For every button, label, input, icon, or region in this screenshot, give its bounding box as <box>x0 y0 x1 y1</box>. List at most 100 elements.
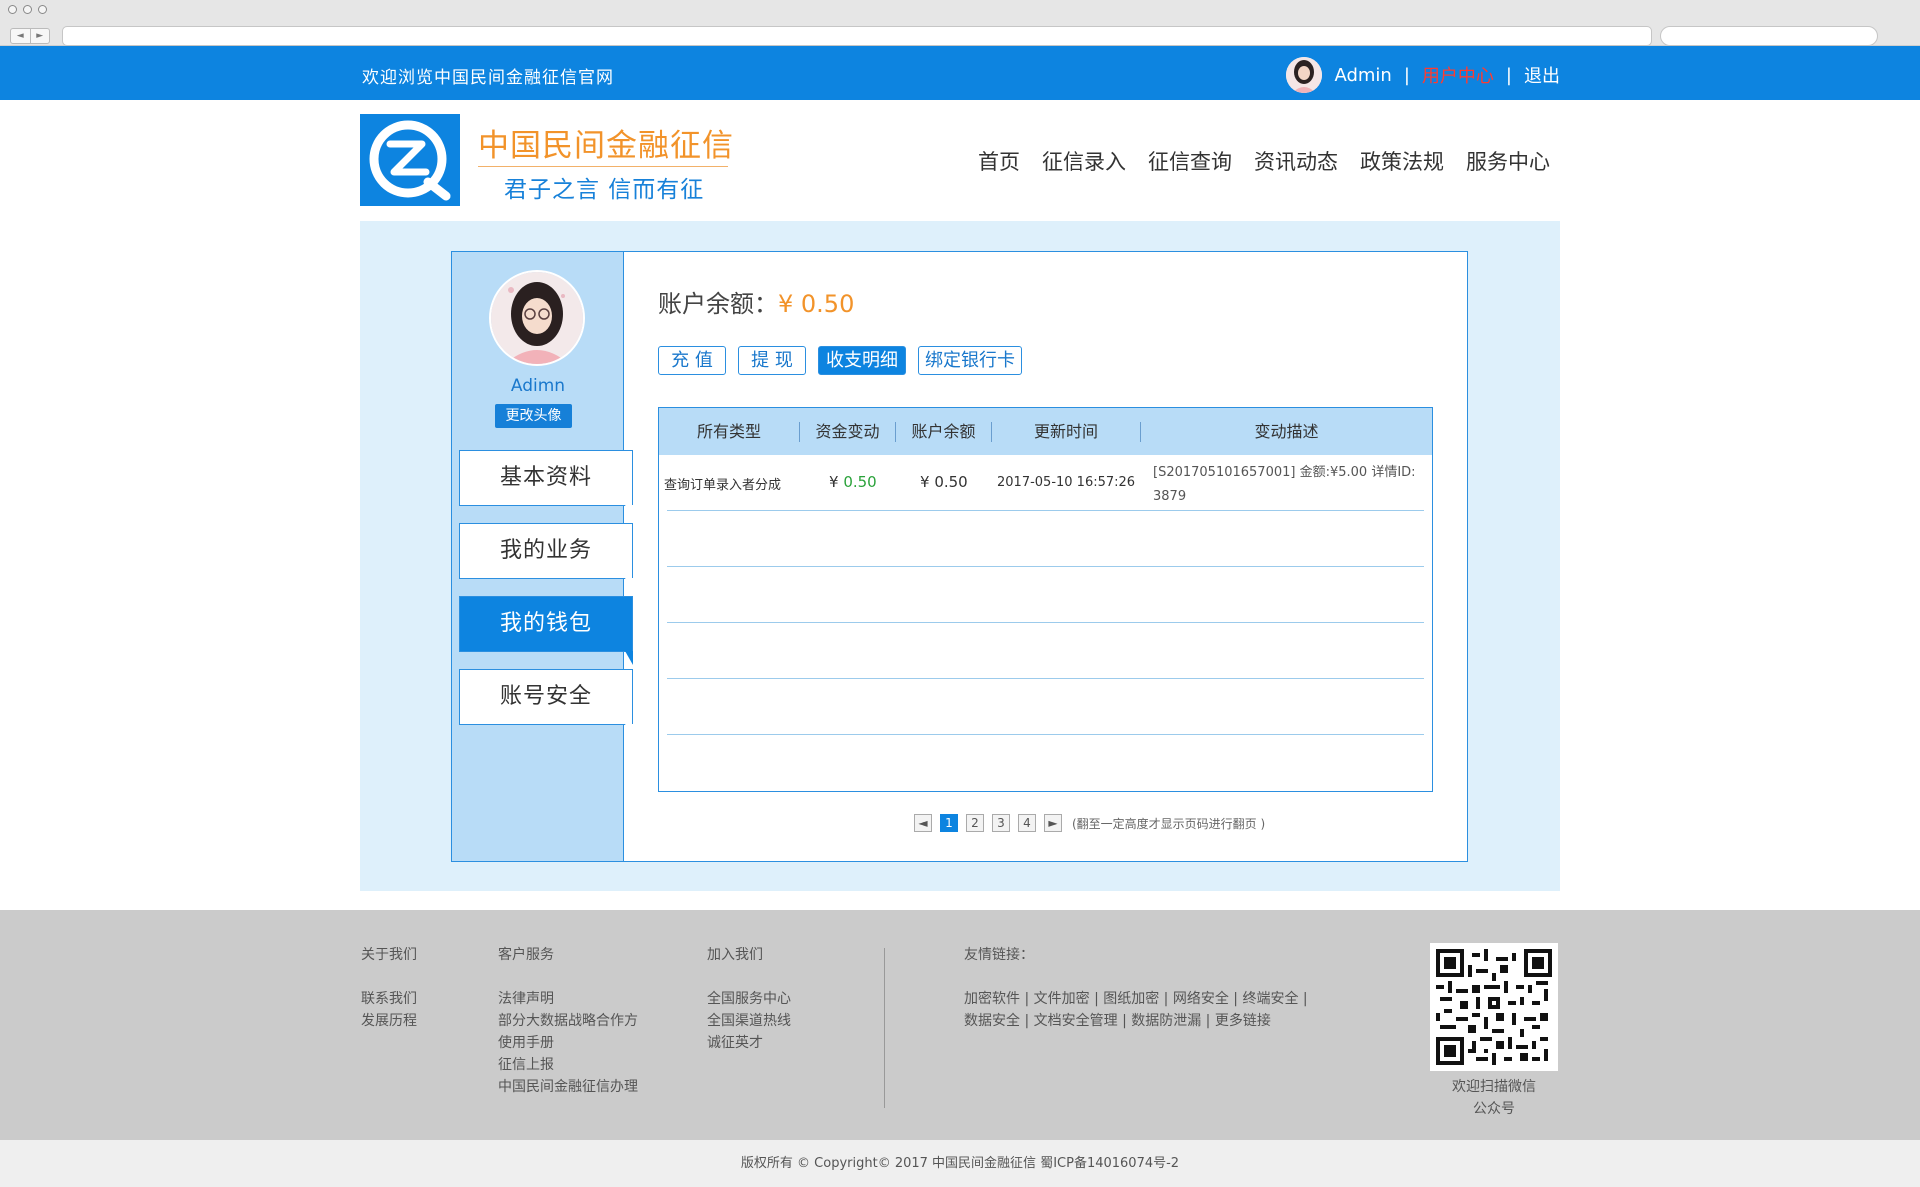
footer-link[interactable]: 全国渠道热线 <box>707 1010 791 1032</box>
prev-page-icon[interactable]: ◄ <box>914 814 932 832</box>
browser-search-bar[interactable] <box>1660 26 1878 46</box>
change-amount: 0.50 <box>843 473 877 491</box>
close-window-icon[interactable] <box>8 5 17 14</box>
top-bar: 欢迎浏览中国民间金融征信官网 Admin | 用户中心 | 退出 <box>0 46 1920 100</box>
footer-link[interactable]: 全国服务中心 <box>707 988 791 1010</box>
minimize-window-icon[interactable] <box>23 5 32 14</box>
pagination-note: (翻至一定高度才显示页码进行翻页 ) <box>1072 816 1266 831</box>
column-header-balance[interactable]: 账户余额 <box>896 408 991 455</box>
balance-amount: 0.50 <box>934 473 968 491</box>
next-page-icon[interactable]: ► <box>1044 814 1062 832</box>
brand-slogan: 君子之言 信而有征 <box>504 177 705 203</box>
footer-join: 加入我们 全国服务中心 全国渠道热线 诚征英才 <box>707 944 791 1054</box>
column-header-type[interactable]: 所有类型 <box>659 408 799 455</box>
cell-description: [S201705101657001] 金额:¥5.00 详情ID: 3879 <box>1153 461 1416 509</box>
footer-link[interactable]: 诚征英才 <box>707 1032 791 1054</box>
column-header-description[interactable]: 变动描述 <box>1141 408 1432 455</box>
currency-sign: ¥ <box>920 473 930 491</box>
friend-links-line[interactable]: 数据安全 | 文档安全管理 | 数据防泄漏 | 更多链接 <box>964 1010 1308 1032</box>
page-2-button[interactable]: 2 <box>966 814 984 832</box>
table-row[interactable]: 查询订单录入者分成 ¥ 0.50 ¥ 0.50 2017-05-10 16:57… <box>664 455 1424 511</box>
back-icon[interactable]: ◄ <box>11 29 31 43</box>
tab-transactions[interactable]: 收支明细 <box>818 346 906 375</box>
footer-link[interactable]: 征信上报 <box>498 1054 638 1076</box>
balance-display: 账户余额：¥ 0.50 <box>658 284 854 319</box>
table-row <box>667 511 1424 567</box>
qr-caption-line: 欢迎扫描微信 <box>1452 1079 1536 1095</box>
footer-friend-links: 友情链接： 加密软件 | 文件加密 | 图纸加密 | 网络安全 | 终端安全 |… <box>964 944 1308 1032</box>
footer-divider <box>884 948 885 1108</box>
user-center-link[interactable]: 用户中心 <box>1422 62 1494 88</box>
cell-time: 2017-05-10 16:57:26 <box>997 475 1136 490</box>
transactions-table: 所有类型 资金变动 账户余额 更新时间 变动描述 查询订单录入者分成 ¥ 0.5… <box>658 407 1433 792</box>
sidebar-item-wallet[interactable]: 我的钱包 <box>459 596 633 665</box>
tab-bind-card[interactable]: 绑定银行卡 <box>918 346 1022 375</box>
footer-heading: 关于我们 <box>361 947 417 963</box>
sidebar-item-business[interactable]: 我的业务 <box>459 523 633 592</box>
footer-link[interactable]: 联系我们 <box>361 988 417 1010</box>
footer-service: 客户服务 法律声明 部分大数据战略合作方 使用手册 征信上报 中国民间金融征信办… <box>498 944 638 1098</box>
separator: | <box>1505 64 1512 86</box>
footer-link[interactable]: 法律声明 <box>498 988 638 1010</box>
footer-heading: 客户服务 <box>498 947 554 963</box>
brand-title: 中国民间金融征信 <box>478 128 734 164</box>
tab-withdraw[interactable]: 提 现 <box>738 346 806 375</box>
browser-nav-buttons: ◄ ► <box>10 28 50 44</box>
footer-link[interactable]: 发展历程 <box>361 1010 417 1032</box>
nav-item-service[interactable]: 服务中心 <box>1466 146 1550 176</box>
footer-about: 关于我们 联系我们 发展历程 <box>361 944 417 1032</box>
browser-chrome: ◄ ► <box>0 0 1920 46</box>
footer-link[interactable]: 使用手册 <box>498 1032 638 1054</box>
footer-link[interactable]: 中国民间金融征信办理 <box>498 1076 638 1098</box>
column-header-time[interactable]: 更新时间 <box>992 408 1140 455</box>
page-4-button[interactable]: 4 <box>1018 814 1036 832</box>
brand-divider <box>478 166 728 167</box>
maximize-window-icon[interactable] <box>38 5 47 14</box>
nav-item-home[interactable]: 首页 <box>978 146 1020 176</box>
user-center-panel: Adimn 更改头像 基本资料 我的业务 我的钱包 账号安全 账户余额：¥ 0.… <box>451 251 1468 862</box>
change-avatar-button[interactable]: 更改头像 <box>495 404 572 428</box>
footer-heading: 友情链接： <box>964 947 1034 963</box>
nav-item-policy[interactable]: 政策法规 <box>1360 146 1444 176</box>
forward-icon[interactable]: ► <box>31 29 50 43</box>
tab-recharge[interactable]: 充 值 <box>658 346 726 375</box>
cell-type: 查询订单录入者分成 <box>664 478 782 493</box>
table-row <box>667 679 1424 735</box>
avatar <box>489 270 585 366</box>
copyright-bar: 版权所有 © Copyright© 2017 中国民间金融征信 蜀ICP备140… <box>0 1140 1920 1187</box>
footer-link[interactable]: 部分大数据战略合作方 <box>498 1010 638 1032</box>
sidebar-item-profile[interactable]: 基本资料 <box>459 450 633 519</box>
footer: 关于我们 联系我们 发展历程 客户服务 法律声明 部分大数据战略合作方 使用手册… <box>0 910 1920 1140</box>
description-line: 3879 <box>1153 489 1187 504</box>
topbar-username[interactable]: Admin <box>1334 65 1391 86</box>
page-1-button[interactable]: 1 <box>940 814 958 832</box>
cell-balance: ¥ 0.50 <box>920 473 968 491</box>
address-bar[interactable] <box>62 26 1652 46</box>
wallet-tabs: 充 值 提 现 收支明细 绑定银行卡 <box>658 346 1022 375</box>
qr-code-icon <box>1430 943 1558 1071</box>
qr-caption: 欢迎扫描微信 公众号 <box>1420 1076 1568 1120</box>
balance-value: ¥ 0.50 <box>778 290 855 318</box>
logo[interactable] <box>360 114 460 206</box>
balance-label: 账户余额： <box>658 290 778 318</box>
logout-link[interactable]: 退出 <box>1524 62 1560 88</box>
table-header: 所有类型 资金变动 账户余额 更新时间 变动描述 <box>659 408 1432 455</box>
window-controls <box>8 5 47 14</box>
page-3-button[interactable]: 3 <box>992 814 1010 832</box>
footer-heading: 加入我们 <box>707 947 763 963</box>
user-sidebar: Adimn 更改头像 基本资料 我的业务 我的钱包 账号安全 <box>452 252 633 861</box>
currency-sign: ¥ <box>829 473 839 491</box>
qr-caption-line: 公众号 <box>1473 1101 1515 1117</box>
avatar[interactable] <box>1286 57 1323 93</box>
cell-change: ¥ 0.50 <box>829 473 877 491</box>
table-row <box>667 623 1424 679</box>
main-nav: 首页 征信录入 征信查询 资讯动态 政策法规 服务中心 <box>978 146 1550 176</box>
sidebar-username: Adimn <box>510 376 566 396</box>
nav-item-news[interactable]: 资讯动态 <box>1254 146 1338 176</box>
pagination: ◄ 1 2 3 4 ► (翻至一定高度才显示页码进行翻页 ) <box>914 814 1265 832</box>
nav-item-credit-query[interactable]: 征信查询 <box>1148 146 1232 176</box>
column-header-change[interactable]: 资金变动 <box>800 408 895 455</box>
sidebar-item-security[interactable]: 账号安全 <box>459 669 633 738</box>
friend-links-line[interactable]: 加密软件 | 文件加密 | 图纸加密 | 网络安全 | 终端安全 | <box>964 988 1308 1010</box>
nav-item-credit-entry[interactable]: 征信录入 <box>1042 146 1126 176</box>
